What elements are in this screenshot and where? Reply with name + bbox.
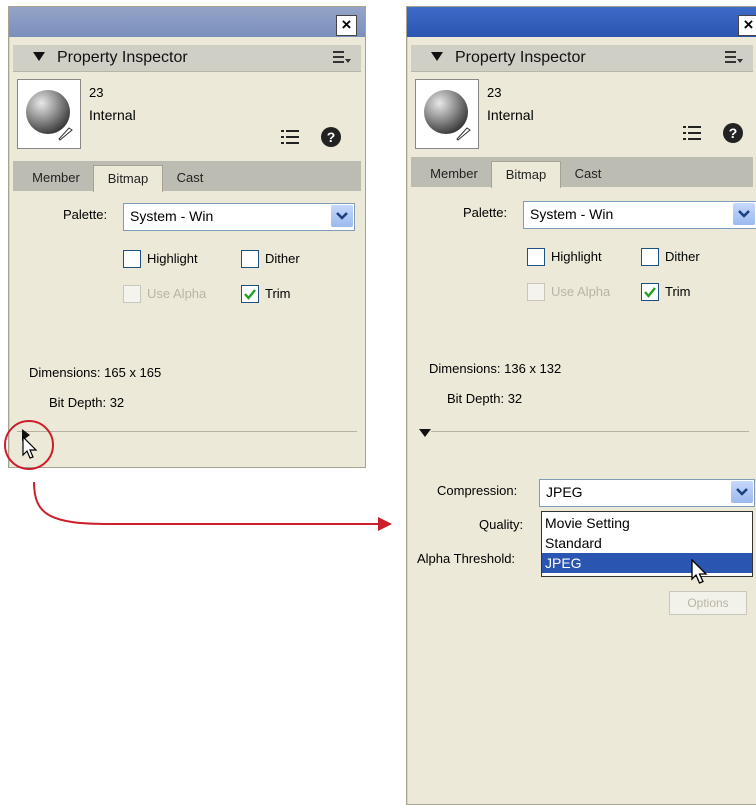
property-inspector-panel-right: × Property Inspector 23 Internal ? Membe… — [406, 6, 756, 805]
chevron-down-icon[interactable] — [731, 481, 753, 503]
checkmark-icon — [644, 287, 656, 298]
palette-value: System - Win — [530, 206, 614, 222]
compression-dropdown-list[interactable]: Movie Setting Standard JPEG — [541, 511, 753, 577]
member-thumbnail[interactable] — [415, 79, 479, 149]
collapse-triangle-icon[interactable] — [431, 52, 443, 61]
alpha-threshold-label: Alpha Threshold: — [417, 551, 516, 566]
panel-options-menu-icon[interactable] — [725, 50, 743, 64]
quality-label: Quality: — [479, 517, 524, 532]
palette-label: Palette: — [463, 205, 508, 220]
options-button: Options — [669, 591, 747, 615]
dither-checkbox[interactable] — [641, 248, 659, 266]
tab-member[interactable]: Member — [419, 161, 489, 187]
member-type: Internal — [487, 107, 534, 123]
use-alpha-label: Use Alpha — [551, 284, 611, 299]
collapse-triangle-icon[interactable] — [419, 429, 431, 437]
trim-checkbox[interactable] — [641, 283, 659, 301]
highlight-label: Highlight — [551, 249, 602, 264]
divider — [431, 431, 749, 432]
edit-arrow-icon — [456, 127, 471, 141]
help-icon[interactable]: ? — [723, 123, 743, 143]
member-number: 23 — [487, 85, 502, 100]
property-inspector-header[interactable]: Property Inspector — [411, 45, 753, 72]
close-button[interactable]: × — [738, 15, 756, 36]
dimensions-text: Dimensions: 136 x 132 — [429, 361, 562, 376]
option-jpeg[interactable]: JPEG — [542, 553, 752, 573]
panel-titlebar[interactable]: × — [407, 7, 756, 37]
palette-select[interactable]: System - Win — [523, 201, 756, 229]
chevron-down-icon[interactable] — [733, 203, 755, 225]
compression-select[interactable]: JPEG — [539, 479, 755, 507]
trim-label: Trim — [665, 284, 691, 299]
panel-title: Property Inspector — [455, 49, 586, 66]
compression-value: JPEG — [546, 484, 583, 500]
tab-cast[interactable]: Cast — [563, 161, 613, 187]
highlight-checkbox[interactable] — [527, 248, 545, 266]
dither-label: Dither — [665, 249, 700, 264]
mouse-cursor-icon — [691, 559, 708, 584]
tab-bitmap[interactable]: Bitmap — [491, 161, 561, 188]
bit-depth-text: Bit Depth: 32 — [447, 391, 523, 406]
option-movie-setting[interactable]: Movie Setting — [542, 513, 752, 533]
compression-label: Compression: — [437, 483, 518, 498]
use-alpha-checkbox — [527, 283, 545, 301]
inspector-tabs: Member Bitmap Cast — [411, 157, 753, 188]
list-view-icon[interactable] — [683, 125, 703, 141]
option-standard[interactable]: Standard — [542, 533, 752, 553]
